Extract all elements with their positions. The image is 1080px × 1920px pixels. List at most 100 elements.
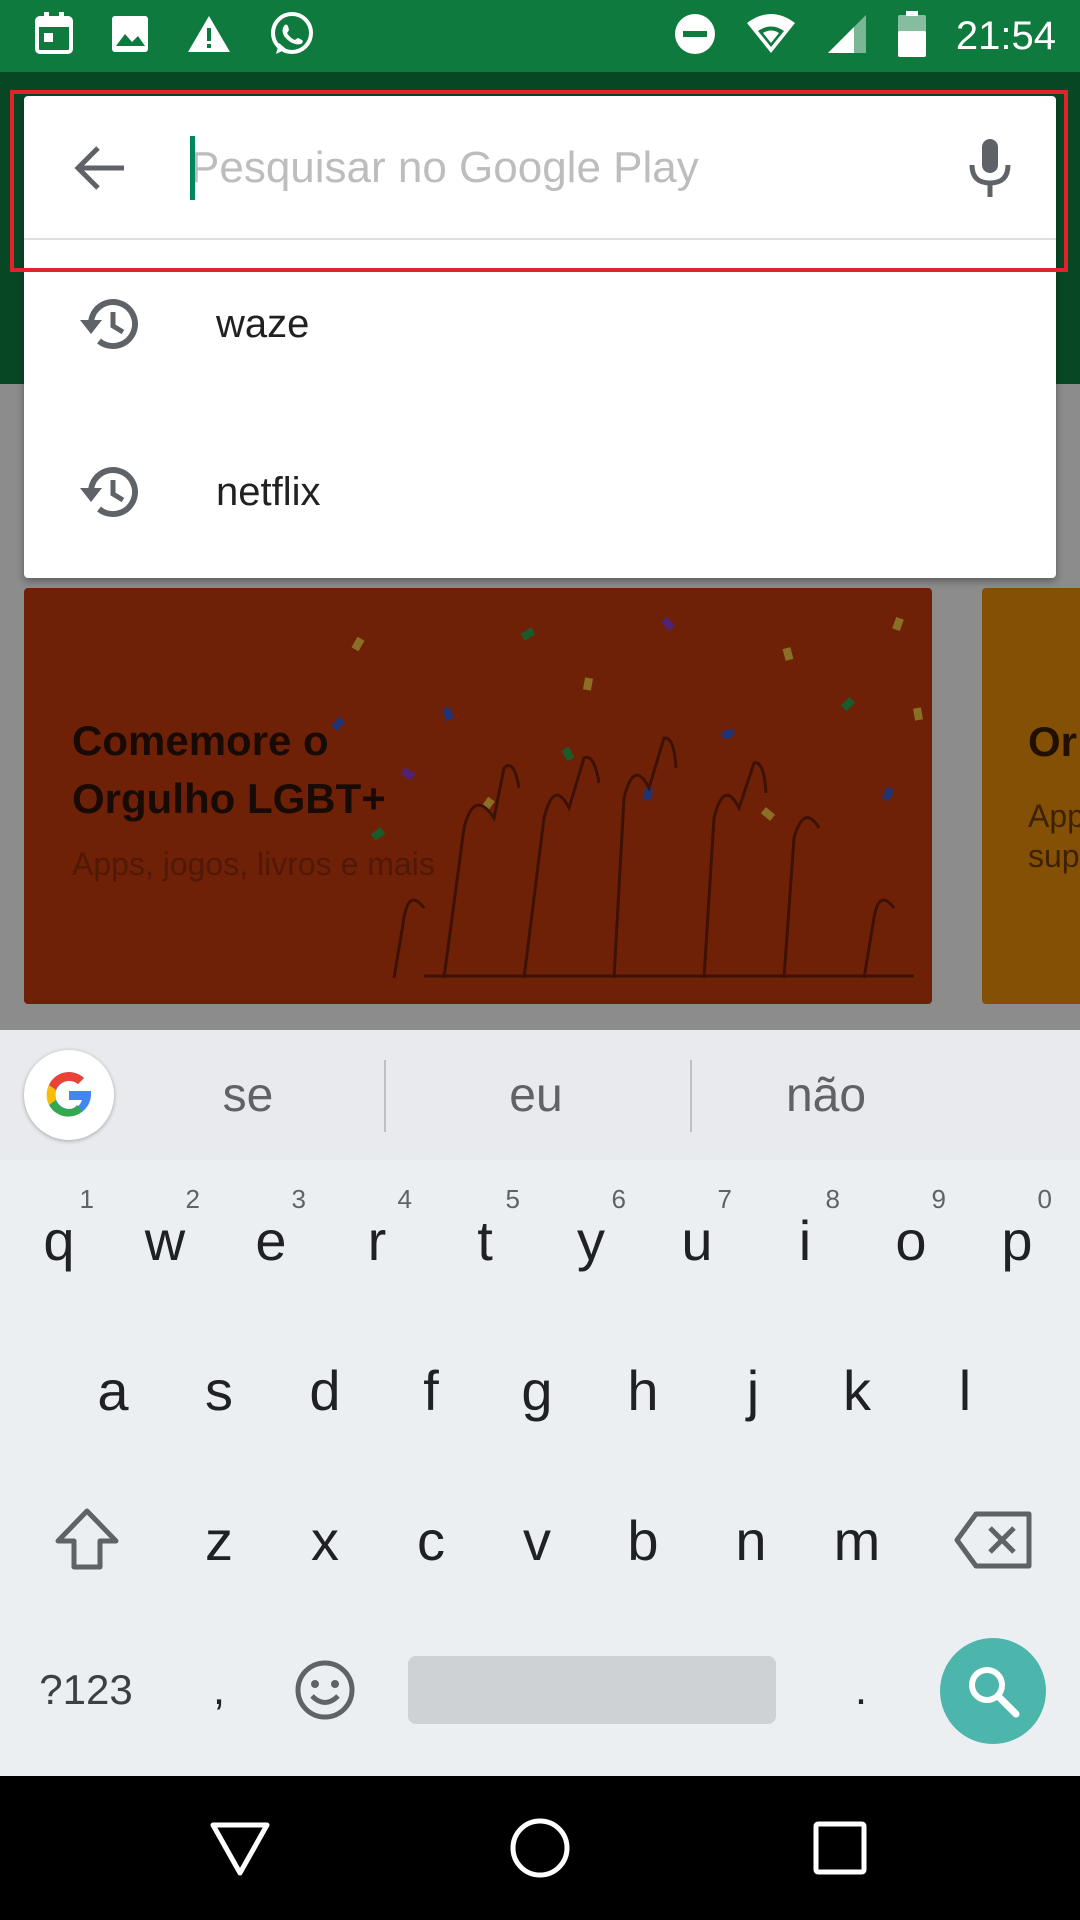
- key-v[interactable]: v: [484, 1480, 590, 1600]
- key-c[interactable]: c: [378, 1480, 484, 1600]
- image-icon: [110, 14, 150, 59]
- key-label: r: [367, 1208, 387, 1272]
- wifi-icon: [746, 13, 796, 60]
- key-number-hint: 1: [79, 1184, 94, 1214]
- key-label: k: [843, 1358, 871, 1422]
- key-s[interactable]: s: [166, 1330, 272, 1450]
- suggestion-item-netflix[interactable]: netflix: [24, 408, 1056, 576]
- text-cursor: [190, 136, 195, 200]
- screen: 21:54 Comemore o Orgulho LGBT+ Apps, jog…: [0, 0, 1080, 1920]
- warning-icon: [186, 14, 232, 59]
- keyboard-suggestion[interactable]: se: [130, 1030, 366, 1160]
- system-status: 21:54: [674, 0, 1056, 72]
- calendar-icon: [34, 11, 74, 61]
- search-action-key[interactable]: [940, 1638, 1046, 1744]
- key-d[interactable]: d: [272, 1330, 378, 1450]
- key-number-hint: 9: [931, 1184, 946, 1214]
- divider: [690, 1060, 692, 1132]
- google-logo-button[interactable]: [24, 1050, 114, 1140]
- search-panel: waze netflix: [24, 96, 1056, 578]
- key-i[interactable]: i8: [752, 1180, 858, 1300]
- key-y[interactable]: y6: [538, 1180, 644, 1300]
- keyboard-suggestion[interactable]: eu: [420, 1030, 652, 1160]
- key-n[interactable]: n: [698, 1480, 804, 1600]
- key-label: f: [423, 1358, 439, 1422]
- shift-icon: [55, 1508, 119, 1570]
- arrow-back-icon: [74, 146, 124, 190]
- notification-icons: [0, 10, 316, 63]
- voice-search-button[interactable]: [958, 132, 1022, 204]
- key-label: a: [97, 1358, 129, 1422]
- key-number-hint: 6: [611, 1184, 626, 1214]
- key-label: c: [417, 1508, 445, 1572]
- key-number-hint: 2: [185, 1184, 200, 1214]
- key-number-hint: 7: [717, 1184, 732, 1214]
- key-j[interactable]: j: [700, 1330, 806, 1450]
- key-f[interactable]: f: [378, 1330, 484, 1450]
- key-label: e: [255, 1208, 287, 1272]
- key-b[interactable]: b: [590, 1480, 696, 1600]
- key-k[interactable]: k: [804, 1330, 910, 1450]
- key-number-hint: 3: [291, 1184, 306, 1214]
- key-label: n: [735, 1508, 767, 1572]
- key-r[interactable]: r4: [324, 1180, 430, 1300]
- shift-key[interactable]: [34, 1480, 140, 1600]
- key-e[interactable]: e3: [218, 1180, 324, 1300]
- home-nav-button[interactable]: [504, 1812, 576, 1884]
- recents-nav-button[interactable]: [804, 1812, 876, 1884]
- battery-icon: [897, 10, 926, 62]
- comma-key[interactable]: ,: [166, 1630, 272, 1750]
- key-label: z: [205, 1508, 233, 1572]
- key-label: q: [43, 1208, 75, 1272]
- key-h[interactable]: h: [590, 1330, 696, 1450]
- key-p[interactable]: p0: [964, 1180, 1070, 1300]
- search-input[interactable]: [190, 136, 930, 200]
- key-label: y: [577, 1208, 605, 1272]
- key-label: i: [798, 1208, 812, 1272]
- back-button[interactable]: [68, 136, 132, 200]
- clock: 21:54: [955, 13, 1056, 58]
- history-icon: [74, 457, 144, 527]
- key-label: l: [958, 1358, 972, 1422]
- key-z[interactable]: z: [166, 1480, 272, 1600]
- key-a[interactable]: a: [60, 1330, 166, 1450]
- emoji-key[interactable]: [272, 1630, 378, 1750]
- key-t[interactable]: t5: [432, 1180, 538, 1300]
- key-q[interactable]: q1: [6, 1180, 112, 1300]
- space-key[interactable]: [408, 1656, 776, 1724]
- backspace-icon: [954, 1511, 1032, 1569]
- status-bar: 21:54: [0, 0, 1080, 72]
- key-label: j: [746, 1358, 760, 1422]
- key-u[interactable]: u7: [644, 1180, 750, 1300]
- period-key[interactable]: .: [808, 1630, 914, 1750]
- key-g[interactable]: g: [484, 1330, 590, 1450]
- key-number-hint: 5: [505, 1184, 520, 1214]
- key-o[interactable]: o9: [858, 1180, 964, 1300]
- key-label: x: [311, 1508, 339, 1572]
- key-label: p: [1001, 1208, 1033, 1272]
- key-label: w: [144, 1208, 186, 1272]
- keyboard-suggestion[interactable]: não: [710, 1030, 942, 1160]
- suggestion-item-waze[interactable]: waze: [24, 240, 1056, 408]
- backspace-key[interactable]: [940, 1480, 1046, 1600]
- symbols-key[interactable]: ?123: [18, 1630, 154, 1750]
- key-label: m: [833, 1508, 881, 1572]
- key-number-hint: 4: [397, 1184, 412, 1214]
- key-number-hint: 8: [825, 1184, 840, 1214]
- key-label: v: [523, 1508, 551, 1572]
- key-m[interactable]: m: [804, 1480, 910, 1600]
- signal-icon: [826, 13, 868, 60]
- key-number-hint: 0: [1037, 1184, 1052, 1214]
- search-icon: [969, 1667, 1020, 1718]
- key-x[interactable]: x: [272, 1480, 378, 1600]
- key-w[interactable]: w2: [112, 1180, 218, 1300]
- google-g-icon: [46, 1072, 91, 1117]
- back-nav-button[interactable]: [204, 1812, 276, 1884]
- key-label: b: [627, 1508, 659, 1572]
- keyboard-suggestion-strip: se eu não: [0, 1030, 1080, 1160]
- key-label: s: [205, 1358, 233, 1422]
- key-l[interactable]: l: [912, 1330, 1018, 1450]
- key-label: g: [521, 1358, 553, 1422]
- key-label: u: [681, 1208, 713, 1272]
- key-label: h: [627, 1358, 659, 1422]
